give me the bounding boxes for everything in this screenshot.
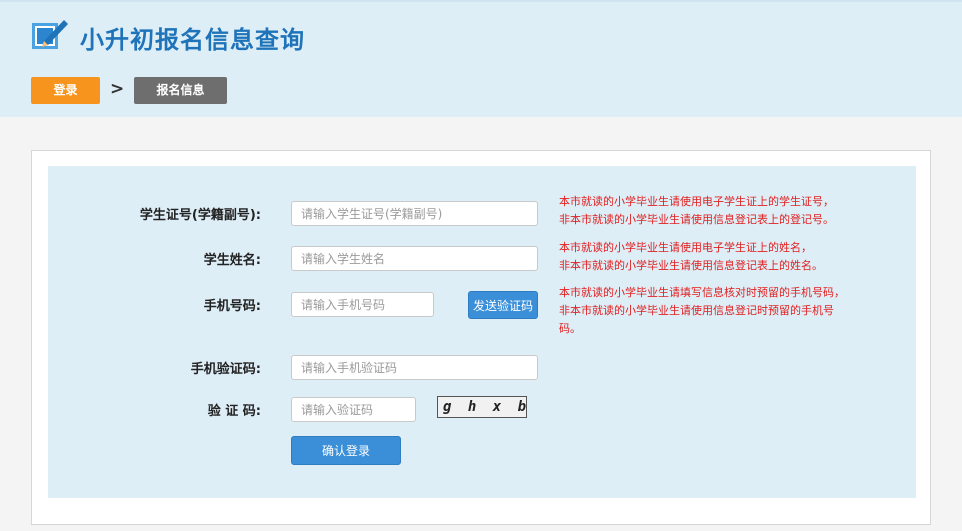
captcha-image[interactable]: g h x b [437,396,527,418]
breadcrumb-registration-info: 报名信息 [134,77,227,104]
breadcrumb-login[interactable]: 登录 [31,77,100,104]
book-pencil-icon [32,20,68,49]
sms-code-label: 手机验证码: [190,362,261,377]
student-name-input[interactable] [291,246,538,271]
captcha-label: 验 证 码: [207,404,261,419]
breadcrumb-chevron-icon: > [110,79,125,99]
confirm-login-button[interactable]: 确认登录 [291,436,401,465]
phone-input[interactable] [291,292,434,317]
phone-hint-line-1: 本市就读的小学毕业生请填写信息核对时预留的手机号码， [559,286,845,299]
phone-label: 手机号码: [203,299,261,314]
student-id-hint: 本市就读的小学毕业生请使用电子学生证上的学生证号， 非本市就读的小学毕业生请使用… [559,193,879,229]
send-code-button[interactable]: 发送验证码 [468,291,538,319]
student-id-hint-line-1: 本市就读的小学毕业生请使用电子学生证上的学生证号， [559,195,834,208]
student-name-hint: 本市就读的小学毕业生请使用电子学生证上的姓名， 非本市就读的小学毕业生请使用信息… [559,239,879,275]
phone-hint-line-2: 非本市就读的小学毕业生请使用信息登记时预留的手机号 [559,304,834,317]
student-id-hint-line-2: 非本市就读的小学毕业生请使用信息登记表上的登记号。 [559,213,834,226]
sms-code-input[interactable] [291,355,538,380]
login-card: 学生证号(学籍副号): 本市就读的小学毕业生请使用电子学生证上的学生证号， 非本… [31,150,931,525]
student-id-label: 学生证号(学籍副号): [139,208,261,223]
student-id-input[interactable] [291,201,538,226]
captcha-input[interactable] [291,397,416,422]
page-title: 小升初报名信息查询 [80,26,305,54]
student-name-hint-line-2: 非本市就读的小学毕业生请使用信息登记表上的姓名。 [559,259,823,272]
student-name-label: 学生姓名: [203,253,261,268]
phone-hint-line-3: 码。 [559,322,581,335]
student-name-hint-line-1: 本市就读的小学毕业生请使用电子学生证上的姓名， [559,241,812,254]
phone-hint: 本市就读的小学毕业生请填写信息核对时预留的手机号码， 非本市就读的小学毕业生请使… [559,284,879,338]
login-form-panel: 学生证号(学籍副号): 本市就读的小学毕业生请使用电子学生证上的学生证号， 非本… [48,166,916,498]
